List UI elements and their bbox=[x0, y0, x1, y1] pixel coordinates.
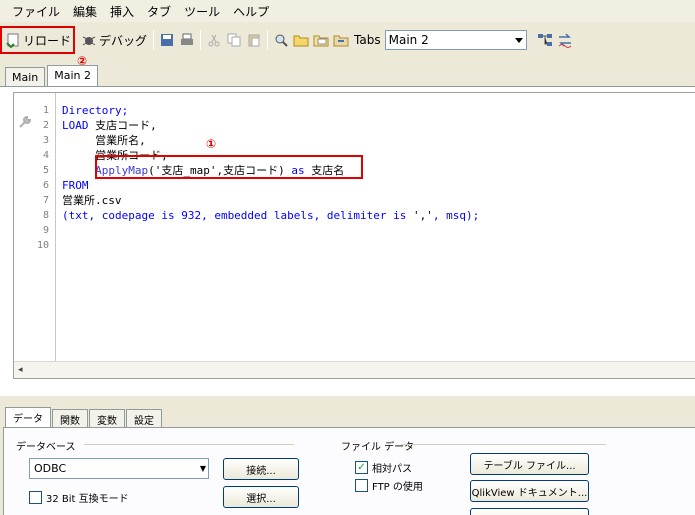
line-number-gutter: 1 2 3 4 5 6 7 8 9 10 bbox=[14, 93, 56, 363]
more-button[interactable] bbox=[470, 508, 589, 515]
select-button[interactable]: 選択... bbox=[223, 486, 299, 508]
toolbar-separator bbox=[153, 30, 155, 50]
line-number: 4 bbox=[42, 150, 49, 161]
bottom-tabs: データ 関数 変数 設定 bbox=[5, 407, 163, 428]
scroll-left-arrow-icon[interactable]: ◂ bbox=[18, 365, 23, 375]
copy-icon[interactable] bbox=[224, 29, 244, 51]
database-select[interactable]: ODBC ▼ bbox=[29, 458, 209, 479]
code-line: Directory; bbox=[62, 103, 479, 118]
debug-label: デバッグ bbox=[99, 33, 148, 48]
menu-insert[interactable]: 挿入 bbox=[106, 3, 143, 20]
tab-main[interactable]: Main bbox=[5, 67, 46, 86]
group-divider bbox=[401, 444, 606, 445]
tab-main-2[interactable]: Main 2 bbox=[47, 65, 99, 87]
line-number: 7 bbox=[42, 195, 49, 206]
table-file-button[interactable]: テーブル ファイル... bbox=[470, 453, 589, 475]
menu-edit[interactable]: 編集 bbox=[69, 3, 106, 20]
save-icon[interactable] bbox=[157, 29, 177, 51]
line-number: 5 bbox=[42, 165, 49, 176]
reload-highlight-box bbox=[0, 26, 75, 54]
print-icon[interactable] bbox=[177, 29, 197, 51]
toolbar-separator bbox=[267, 30, 269, 50]
arrange-icon[interactable] bbox=[555, 29, 575, 51]
tab-variables[interactable]: 変数 bbox=[89, 409, 125, 427]
tab-settings[interactable]: 設定 bbox=[126, 409, 162, 427]
relative-path-label: 相対パス bbox=[372, 464, 412, 475]
menu-help[interactable]: ヘルプ bbox=[229, 3, 278, 20]
relative-path-checkbox[interactable]: ✓ 相対パス bbox=[355, 460, 412, 475]
group-divider bbox=[84, 444, 294, 445]
code-line: 営業所.csv bbox=[62, 194, 122, 207]
line-number: 9 bbox=[42, 225, 49, 236]
compat-mode-label: 32 Bit 互換モード bbox=[46, 494, 129, 505]
checkbox-box[interactable] bbox=[29, 491, 42, 504]
compat-mode-checkbox[interactable]: 32 Bit 互換モード bbox=[29, 490, 129, 505]
script-editor[interactable]: 1 2 3 4 5 6 7 8 9 10 Directory; LOAD 支店コ… bbox=[13, 92, 695, 379]
keyword-from: FROM bbox=[62, 179, 89, 192]
line-number: 3 bbox=[42, 135, 49, 146]
database-select-value: ODBC bbox=[34, 462, 67, 475]
tab-select[interactable]: Main 2 bbox=[384, 30, 527, 50]
tree-icon[interactable] bbox=[535, 29, 555, 51]
folder-icon[interactable] bbox=[291, 29, 311, 51]
paste-icon[interactable] bbox=[244, 29, 264, 51]
menu-tab[interactable]: タブ bbox=[143, 3, 180, 20]
data-panel: データベース ODBC ▼ 接続... 選択... 32 Bit 互換モード フ… bbox=[3, 427, 695, 515]
chevron-down-icon[interactable]: ▼ bbox=[200, 459, 206, 478]
script-tabs: Main Main 2 bbox=[5, 64, 100, 87]
line-number: 2 bbox=[42, 120, 49, 131]
toolbar: リロード デバッグ Tabs Main 2 bbox=[0, 25, 695, 55]
load-folder-icon[interactable] bbox=[331, 29, 351, 51]
line-number: 1 bbox=[42, 105, 49, 116]
cut-icon[interactable] bbox=[204, 29, 224, 51]
horizontal-scrollbar[interactable]: ◂ bbox=[14, 361, 695, 378]
menu-file[interactable]: ファイル bbox=[8, 3, 69, 20]
line-number: 8 bbox=[42, 210, 49, 221]
ftp-checkbox[interactable]: FTP の使用 bbox=[355, 478, 423, 493]
annotation-1: ① bbox=[206, 137, 217, 151]
debug-button[interactable]: デバッグ bbox=[78, 28, 150, 52]
checkbox-box[interactable] bbox=[355, 479, 368, 492]
tab-data[interactable]: データ bbox=[5, 407, 51, 428]
toolbar-separator bbox=[200, 30, 202, 50]
database-group-label: データベース bbox=[16, 442, 76, 453]
ftp-label: FTP の使用 bbox=[372, 482, 423, 493]
debug-icon bbox=[81, 32, 97, 48]
code-line: LOAD 支店コード, bbox=[62, 118, 479, 133]
connect-button[interactable]: 接続... bbox=[223, 458, 299, 480]
file-data-group-label: ファイル データ bbox=[341, 442, 415, 453]
format-spec: (txt, codepage is 932, embedded labels, … bbox=[62, 209, 413, 222]
code-line: (txt, codepage is 932, embedded labels, … bbox=[62, 208, 479, 223]
format-spec-end: , msq); bbox=[432, 209, 480, 222]
menu-bar: ファイル 編集 挿入 タブ ツール ヘルプ bbox=[0, 0, 695, 22]
tab-functions[interactable]: 関数 bbox=[52, 409, 88, 427]
keyword-load: LOAD bbox=[62, 119, 89, 132]
code-line: FROM bbox=[62, 178, 479, 193]
wrench-icon bbox=[18, 115, 32, 129]
search-icon[interactable] bbox=[271, 29, 291, 51]
qlikview-document-button[interactable]: QlikView ドキュメント... bbox=[470, 480, 589, 502]
chevron-down-icon[interactable] bbox=[512, 31, 526, 49]
table-file-icon[interactable] bbox=[311, 29, 331, 51]
tab-select-value: Main 2 bbox=[388, 33, 429, 47]
code-line: 営業所名, bbox=[62, 133, 479, 148]
menu-tools[interactable]: ツール bbox=[180, 3, 229, 20]
line-number: 6 bbox=[42, 180, 49, 191]
line-number: 10 bbox=[36, 240, 49, 251]
keyword-directory: Directory; bbox=[62, 104, 129, 117]
applymap-highlight-box bbox=[95, 155, 363, 179]
field-text: 営業所名, bbox=[62, 134, 146, 147]
tabs-label: Tabs bbox=[354, 33, 381, 47]
checkmark-icon[interactable]: ✓ bbox=[355, 461, 368, 474]
field-text: 支店コード, bbox=[95, 119, 157, 132]
script-editor-pane: 1 2 3 4 5 6 7 8 9 10 Directory; LOAD 支店コ… bbox=[0, 86, 695, 396]
field-text: ',' bbox=[413, 209, 433, 222]
